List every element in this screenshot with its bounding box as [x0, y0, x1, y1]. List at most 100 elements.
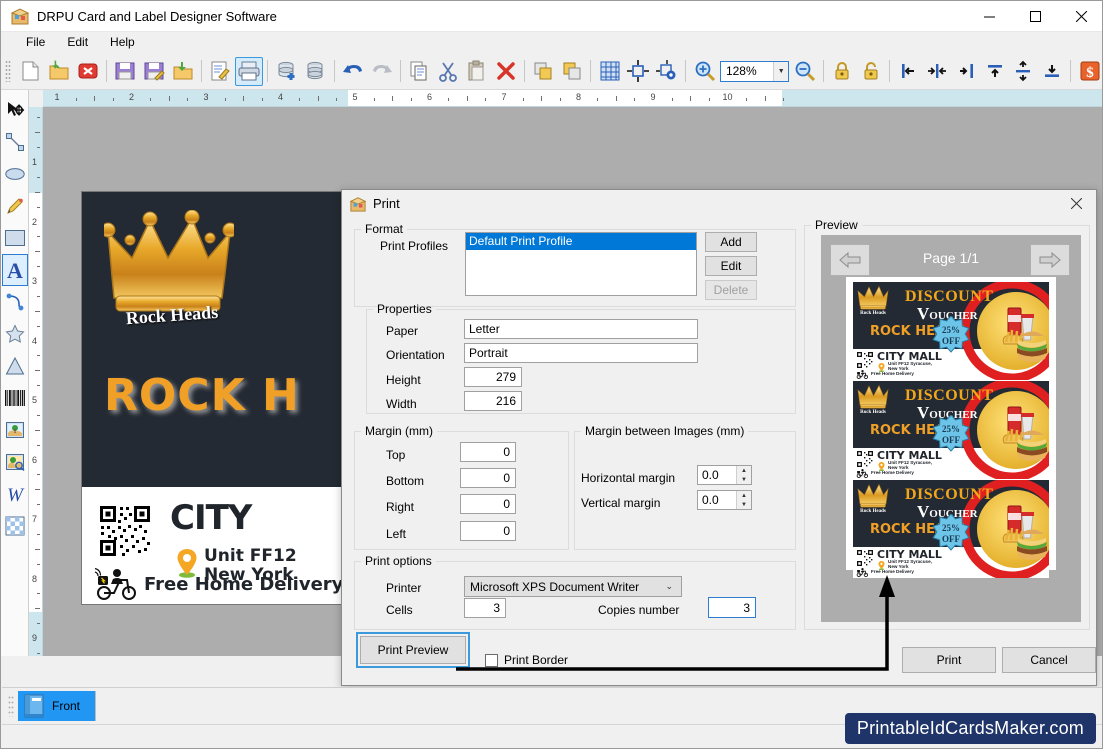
new-document-icon[interactable] — [16, 57, 45, 86]
align-left-icon[interactable] — [894, 57, 923, 86]
preview-prev-button[interactable] — [830, 244, 870, 276]
zoom-combobox[interactable]: 128% ▼ — [719, 60, 790, 82]
margin-bottom-field[interactable]: 0 — [460, 468, 516, 488]
page-tab-front[interactable]: Front — [18, 691, 96, 721]
arrow-move-icon[interactable] — [2, 94, 28, 126]
align-right-icon[interactable] — [952, 57, 981, 86]
width-field[interactable]: 216 — [464, 391, 522, 411]
unlock-icon[interactable] — [857, 57, 886, 86]
vruler-label: 4 — [32, 335, 38, 346]
align-bottom-icon[interactable] — [1038, 57, 1067, 86]
print-icon[interactable] — [234, 56, 264, 86]
undo-icon[interactable] — [339, 57, 368, 86]
paste-icon[interactable] — [462, 57, 491, 86]
database-icon[interactable] — [301, 57, 330, 86]
lock-icon[interactable] — [828, 57, 857, 86]
printer-combobox[interactable]: Microsoft XPS Document Writer ⌄ — [464, 576, 682, 597]
database-add-icon[interactable] — [272, 57, 301, 86]
triangle-icon[interactable] — [2, 350, 28, 382]
star-icon[interactable] — [2, 318, 28, 350]
redo-icon[interactable] — [367, 57, 396, 86]
add-profile-button[interactable]: Add — [705, 232, 757, 252]
toolbar-grip[interactable] — [5, 60, 11, 82]
orientation-field[interactable]: Portrait — [464, 343, 698, 363]
spin-up-icon[interactable]: ▲ — [737, 466, 751, 475]
picture-icon[interactable] — [2, 414, 28, 446]
delete-icon[interactable] — [491, 57, 520, 86]
grid-icon[interactable] — [595, 57, 624, 86]
print-border-row[interactable]: Print Border — [485, 653, 568, 667]
format-legend: Format — [365, 222, 404, 236]
vruler-tick — [35, 608, 40, 610]
curve-text-icon[interactable] — [2, 286, 28, 318]
send-to-back-icon[interactable] — [558, 57, 587, 86]
margin-top-field[interactable]: 0 — [460, 442, 516, 462]
chevron-down-icon[interactable]: ⌄ — [665, 581, 673, 592]
card-headline[interactable]: ROCK H — [104, 370, 300, 421]
design-card[interactable]: Rock Heads ROCK H CITY Unit FF12 New Yor… — [81, 191, 351, 605]
align-top-icon[interactable] — [980, 57, 1009, 86]
copy-icon[interactable] — [405, 57, 434, 86]
print-profiles-listbox[interactable]: Default Print Profile — [465, 232, 697, 296]
cut-icon[interactable] — [434, 57, 463, 86]
letter-w-icon[interactable]: W — [2, 478, 28, 510]
ellipse-icon[interactable] — [2, 158, 28, 190]
maximize-button[interactable] — [1012, 1, 1058, 32]
menu-file[interactable]: File — [15, 33, 56, 51]
card-delivery-text[interactable]: Free Home Delivery — [144, 574, 343, 595]
cancel-button[interactable]: Cancel — [1002, 647, 1096, 673]
pencil-icon[interactable] — [2, 190, 28, 222]
preview-next-button[interactable] — [1030, 244, 1070, 276]
barcode-icon[interactable] — [2, 382, 28, 414]
align-horizontal-center-icon[interactable] — [923, 57, 952, 86]
copies-field[interactable]: 3 — [708, 597, 756, 618]
hruler-tick — [243, 96, 245, 101]
menu-help[interactable]: Help — [99, 33, 146, 51]
vertical-margin-spin-buttons[interactable]: ▲ ▼ — [736, 491, 751, 509]
horizontal-margin-spin-buttons[interactable]: ▲ ▼ — [736, 466, 751, 484]
print-preview-button[interactable]: Print Preview — [356, 632, 470, 668]
voucher-delivery-text: Free Home Delivery — [871, 470, 914, 475]
align-center-object-icon[interactable] — [624, 57, 653, 86]
dialog-close-button[interactable] — [1056, 190, 1096, 217]
edit-profile-button[interactable]: Edit — [705, 256, 757, 276]
cells-field[interactable]: 3 — [464, 598, 506, 618]
export-folder-icon[interactable] — [168, 57, 197, 86]
bring-to-front-icon[interactable] — [529, 57, 558, 86]
align-vertical-center-icon[interactable] — [1009, 57, 1038, 86]
print-border-checkbox[interactable] — [485, 653, 498, 667]
pages-bar-grip[interactable] — [8, 695, 14, 717]
print-profile-item[interactable]: Default Print Profile — [466, 233, 696, 250]
save-as-icon[interactable] — [140, 57, 169, 86]
close-document-icon[interactable] — [73, 57, 102, 86]
horizontal-margin-spinner[interactable]: 0.0 ▲ ▼ — [697, 465, 752, 485]
spin-up-icon[interactable]: ▲ — [737, 491, 751, 500]
menu-edit[interactable]: Edit — [56, 33, 99, 51]
paper-field[interactable]: Letter — [464, 319, 698, 339]
print-button[interactable]: Print — [902, 647, 996, 673]
zoom-in-icon[interactable] — [690, 57, 719, 86]
save-icon[interactable] — [111, 57, 140, 86]
margin-right-field[interactable]: 0 — [460, 494, 516, 514]
object-settings-icon[interactable] — [653, 57, 682, 86]
zoom-out-icon[interactable] — [790, 57, 819, 86]
checker-icon[interactable] — [2, 510, 28, 542]
card-city-text[interactable]: CITY — [170, 498, 252, 538]
line-icon[interactable] — [2, 126, 28, 158]
chevron-down-icon[interactable]: ▼ — [773, 61, 789, 81]
text-a-icon[interactable]: A — [1, 254, 28, 286]
margin-left-field[interactable]: 0 — [460, 521, 516, 541]
spin-down-icon[interactable]: ▼ — [737, 500, 751, 509]
minimize-button[interactable] — [966, 1, 1012, 32]
currency-icon[interactable]: $ — [1075, 57, 1102, 86]
height-field[interactable]: 279 — [464, 367, 522, 387]
close-button[interactable] — [1058, 1, 1102, 32]
preview-area[interactable]: Page 1/1 DISCOUNT VOUCHER ROCK HEADS Roc… — [821, 235, 1081, 622]
open-folder-icon[interactable] — [45, 57, 74, 86]
edit-document-icon[interactable] — [206, 57, 235, 86]
vertical-margin-spinner[interactable]: 0.0 ▲ ▼ — [697, 490, 752, 510]
printer-label: Printer — [386, 581, 422, 595]
rectangle-icon[interactable] — [2, 222, 28, 254]
spin-down-icon[interactable]: ▼ — [737, 475, 751, 484]
picture-search-icon[interactable] — [2, 446, 28, 478]
